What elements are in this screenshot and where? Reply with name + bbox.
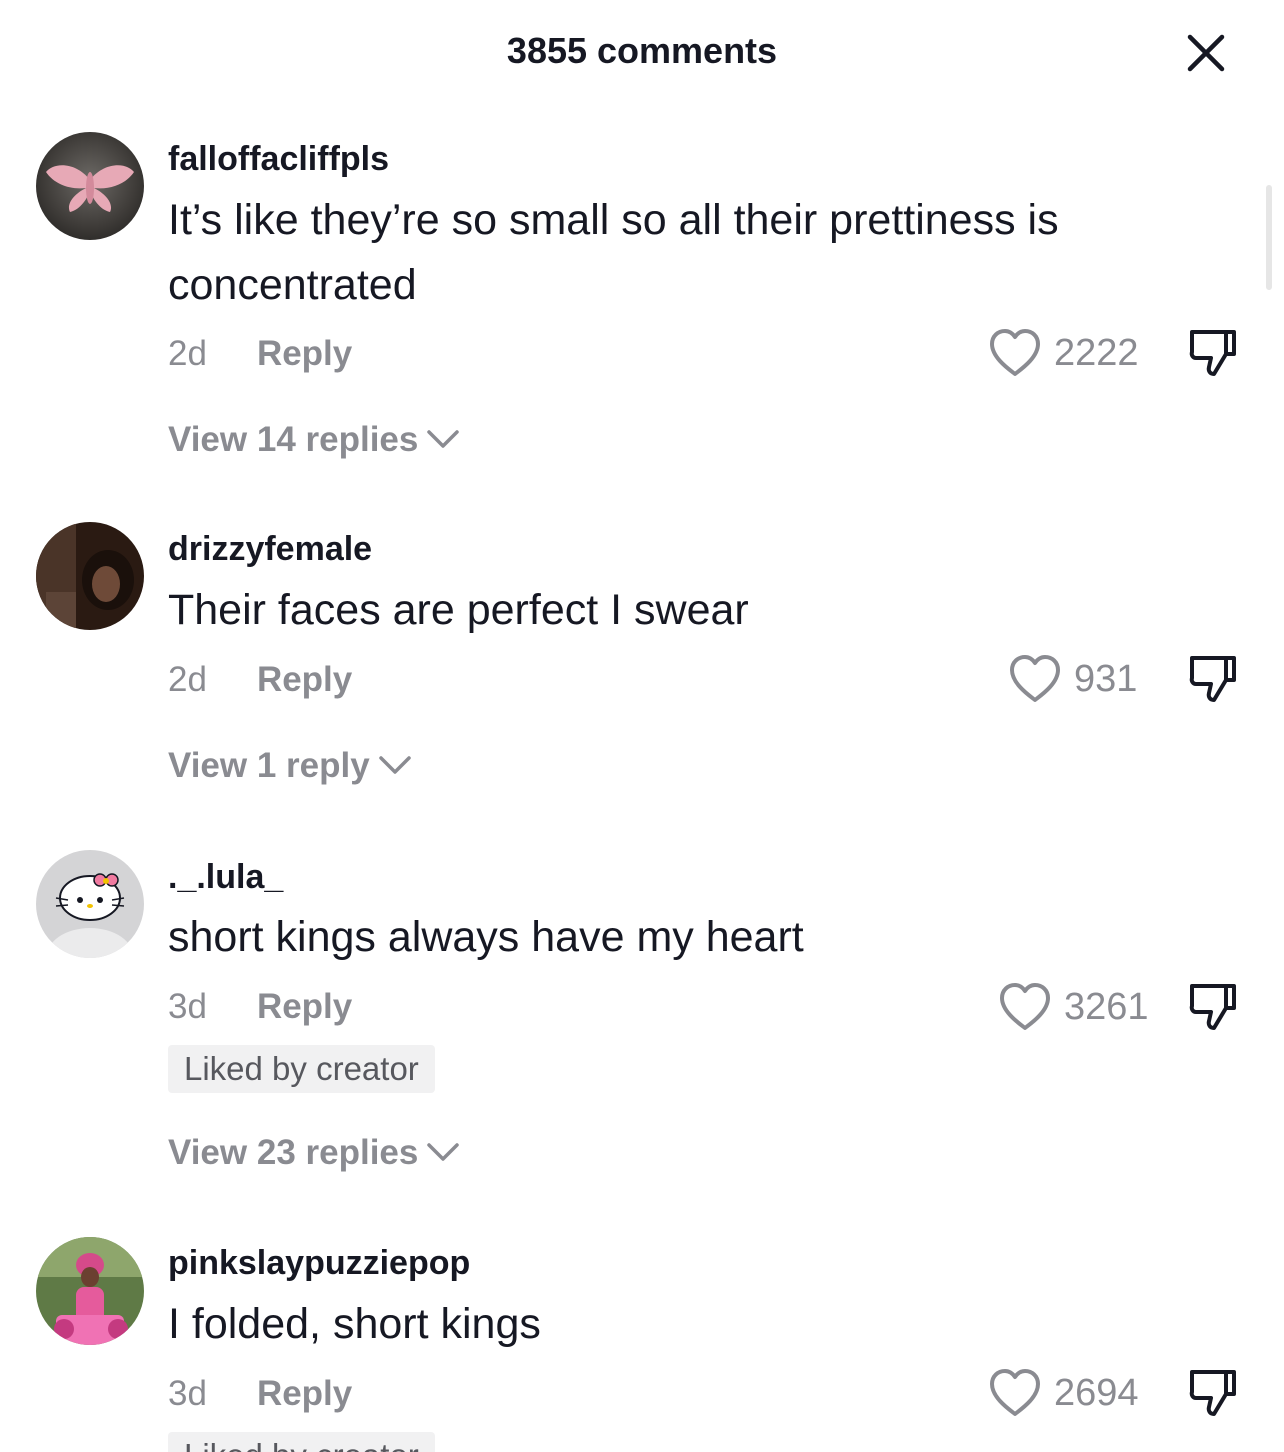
- like-count: 931: [1074, 658, 1138, 700]
- avatar[interactable]: [36, 132, 144, 240]
- view-replies-button[interactable]: View 23 replies: [168, 1133, 460, 1173]
- like-button[interactable]: 2222: [988, 326, 1148, 382]
- heart-icon: [1000, 983, 1050, 1030]
- reply-button[interactable]: Reply: [257, 660, 352, 699]
- chevron-down-icon: [378, 756, 411, 774]
- thumbs-down-icon: [1189, 656, 1236, 702]
- dislike-button[interactable]: [1186, 326, 1240, 380]
- comment-username[interactable]: ._.lula_: [168, 858, 283, 897]
- comments-count-title: 3855 comments: [506, 30, 778, 71]
- like-button[interactable]: 931: [1008, 652, 1148, 708]
- close-button[interactable]: [1180, 30, 1230, 80]
- comment-username[interactable]: falloffacliffpls: [168, 140, 389, 179]
- comment-time: 2d: [168, 660, 207, 699]
- dislike-button[interactable]: [1186, 652, 1240, 706]
- like-button[interactable]: 3261: [998, 980, 1158, 1036]
- heart-icon: [990, 1369, 1040, 1416]
- dislike-button[interactable]: [1186, 980, 1240, 1034]
- comments-panel: 3855 comments falloffacliffpls It’s like…: [0, 0, 1284, 1452]
- thumbs-down-icon: [1189, 984, 1236, 1030]
- reply-button[interactable]: Reply: [257, 987, 352, 1026]
- chevron-down-icon: [427, 1143, 460, 1161]
- thumbs-down-icon: [1189, 1370, 1236, 1416]
- dislike-button[interactable]: [1186, 1366, 1240, 1420]
- heart-icon: [1010, 655, 1060, 702]
- comment-time: 2d: [168, 334, 207, 373]
- like-count: 3261: [1064, 986, 1149, 1028]
- avatar[interactable]: [36, 1237, 144, 1345]
- comment-meta: 2d Reply: [168, 660, 352, 700]
- avatar[interactable]: [36, 850, 144, 958]
- reply-button[interactable]: Reply: [257, 1374, 352, 1413]
- view-replies-label: View 1 reply: [168, 746, 370, 785]
- view-replies-label: View 23 replies: [168, 1133, 419, 1172]
- comment-username[interactable]: drizzyfemale: [168, 530, 372, 569]
- view-replies-label: View 14 replies: [168, 420, 419, 459]
- liked-by-creator-badge: Liked by creator: [168, 1045, 435, 1093]
- comment-meta: 3d Reply: [168, 987, 352, 1027]
- comment-time: 3d: [168, 987, 207, 1026]
- liked-by-creator-badge: Liked by creator: [168, 1432, 435, 1452]
- comment-text: I folded, short kings: [168, 1300, 541, 1348]
- like-count: 2694: [1054, 1372, 1139, 1414]
- avatar[interactable]: [36, 522, 144, 630]
- comment-meta: 3d Reply: [168, 1374, 352, 1414]
- view-replies-button[interactable]: View 1 reply: [168, 746, 412, 786]
- like-count: 2222: [1054, 332, 1139, 374]
- view-replies-button[interactable]: View 14 replies: [168, 420, 460, 460]
- close-icon: [1187, 34, 1225, 72]
- comment-time: 3d: [168, 1374, 207, 1413]
- comments-header: 3855 comments: [0, 0, 1284, 100]
- scrollbar[interactable]: [1266, 185, 1272, 290]
- comment-text: short kings always have my heart: [168, 913, 804, 961]
- reply-button[interactable]: Reply: [257, 334, 352, 373]
- chevron-down-icon: [427, 430, 460, 448]
- comment-meta: 2d Reply: [168, 334, 352, 374]
- thumbs-down-icon: [1189, 330, 1236, 376]
- comment-text: Their faces are perfect I swear: [168, 586, 749, 634]
- heart-icon: [990, 329, 1040, 376]
- comment-text: It’s like they’re so small so all their …: [168, 196, 1059, 309]
- like-button[interactable]: 2694: [988, 1366, 1158, 1422]
- comment-username[interactable]: pinkslaypuzziepop: [168, 1244, 470, 1283]
